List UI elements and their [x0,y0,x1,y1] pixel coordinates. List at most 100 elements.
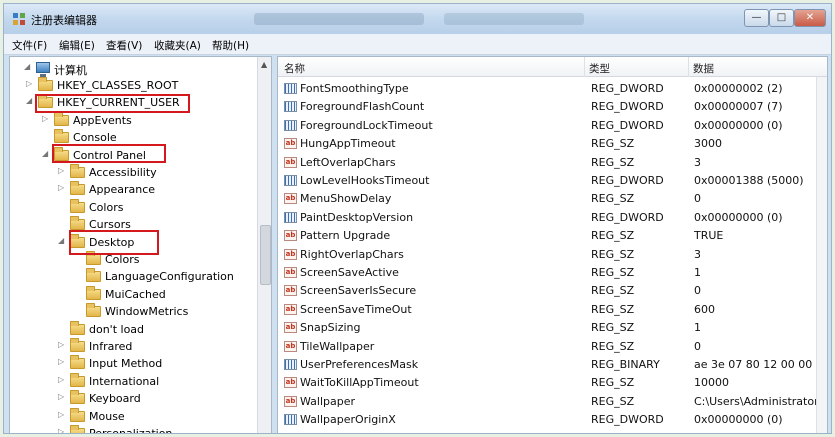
folder-icon [86,303,101,318]
folder-icon [70,338,85,352]
value-row[interactable]: ab ScreenSaveTimeOut REG_SZ 600 [278,301,827,319]
list-header: 名称 类型 数据 [278,57,827,77]
close-button[interactable]: ✕ [794,9,826,27]
value-data: 1 [694,266,701,279]
value-type: REG_SZ [591,376,635,390]
value-data: 0x00000000 (0) [694,432,783,433]
value-row[interactable]: WallpaperOriginX REG_DWORD 0x00000000 (0) [278,411,827,429]
minimize-button[interactable]: — [744,9,769,27]
column-divider[interactable] [584,57,585,77]
tree-item[interactable]: WindowMetrics [10,303,255,320]
tree-item[interactable]: ▷ Keyboard [10,390,255,407]
tree-item[interactable]: ▷ International [10,372,255,390]
folder-icon [70,320,85,335]
maximize-button[interactable]: □ [769,9,794,27]
value-row[interactable]: ab Pattern Upgrade REG_SZ TRUE [278,227,827,245]
value-row[interactable]: WallpaperOriginY REG_DWORD 0x00000000 (0) [278,430,827,433]
value-type: REG_SZ [591,247,635,261]
expand-arrow-icon[interactable]: ▷ [58,357,67,366]
expand-arrow-icon[interactable]: ▷ [58,340,67,349]
value-row[interactable]: ForegroundLockTimeout REG_DWORD 0x00000000… [278,117,827,135]
expand-arrow-icon[interactable]: ▷ [58,427,67,433]
value-name: UserPreferencesMask [300,358,419,371]
value-row[interactable]: PaintDesktopVersion REG_DWORD 0x00000000 (… [278,209,827,227]
value-row[interactable]: ab RightOverlapChars REG_SZ 3 [278,246,827,264]
tree-item[interactable]: ▷ Mouse [10,407,255,425]
expand-arrow-icon[interactable]: ◢ [24,62,33,71]
tree-item-label: LanguageConfiguration [105,270,234,284]
value-row[interactable]: ForegroundFlashCount REG_DWORD 0x00000007 … [278,98,827,116]
binary-value-icon [284,414,297,426]
tree-item[interactable]: ▷ Accessibility [10,164,255,181]
column-header-data[interactable]: 数据 [693,61,714,76]
expand-arrow-icon[interactable]: ▷ [58,166,67,175]
tree-root-computer[interactable]: ◢ 计算机 [10,60,250,77]
key-tree-pane[interactable]: ◢ 计算机 ▷ HKEY_CLASSES_ROOT ◢ HKEY_CURRENT_US… [9,56,272,433]
tree-scrollbar[interactable]: ▲ [257,57,271,433]
value-row[interactable]: FontSmoothingType REG_DWORD 0x00000002 (2) [278,80,827,98]
value-data: 0 [694,339,701,353]
value-row[interactable]: ab ScreenSaveActive REG_SZ 1 [278,264,827,282]
expand-arrow-icon[interactable]: ◢ [58,236,67,245]
column-divider[interactable] [688,57,689,77]
value-type: REG_SZ [591,302,635,316]
value-row[interactable]: ab Wallpaper REG_SZ C:\Users\Administrator\ [278,393,827,411]
menu-bar: 文件(F) 编辑(E) 查看(V) 收藏夹(A) 帮助(H) [4,34,831,55]
value-row[interactable]: ab WaitToKillAppTimeout REG_SZ 10000 [278,374,827,392]
tree-scroll-thumb[interactable] [260,225,271,285]
menu-help[interactable]: 帮助(H) [212,38,249,53]
value-row[interactable]: LowLevelHooksTimeout REG_DWORD 0x00001388 … [278,172,827,190]
scroll-up-arrow-icon[interactable]: ▲ [261,60,267,69]
tree-item[interactable]: ▷ HKEY_CLASSES_ROOT [10,77,255,94]
column-header-name[interactable]: 名称 [284,61,305,76]
tree-item[interactable]: ▷ Personalization [10,425,255,433]
value-row[interactable]: ab MenuShowDelay REG_SZ 0 [278,190,827,208]
value-data: TRUE [694,229,724,243]
values-list-pane[interactable]: 名称 类型 数据 FontSmoothingType REG_DWORD 0x000… [277,56,828,433]
menu-file[interactable]: 文件(F) [12,38,47,53]
value-type: REG_DWORD [591,118,664,132]
value-row[interactable]: UserPreferencesMask REG_BINARY ae 3e 07 80… [278,356,827,374]
tree-item[interactable]: ▷ Infrared [10,338,255,355]
value-type: REG_SZ [591,137,635,151]
list-scrollbar[interactable] [816,77,827,433]
expand-arrow-icon[interactable]: ▷ [26,79,35,88]
expand-arrow-icon[interactable]: ▷ [58,410,67,419]
tree-item-label: WindowMetrics [105,305,189,319]
highlight-control-panel-box [52,144,166,163]
expand-arrow-icon[interactable]: ▷ [58,375,67,384]
expand-arrow-icon[interactable]: ▷ [42,114,51,123]
expand-arrow-icon[interactable]: ◢ [26,96,35,105]
tree-item-label: 计算机 [54,64,87,77]
tree-item[interactable]: ▷ Appearance [10,181,255,198]
tree-item-label: Colors [89,200,124,214]
tree-item-label: Console [73,131,117,145]
tree-item[interactable]: ▷ Input Method [10,355,255,372]
value-data: 0x00000000 (0) [694,118,783,132]
blurred-toolbar-area [254,13,424,25]
menu-view[interactable]: 查看(V) [106,38,142,53]
value-row[interactable]: ab LeftOverlapChars REG_SZ 3 [278,154,827,172]
title-bar[interactable]: 注册表编辑器 — □ ✕ [4,4,831,34]
expand-arrow-icon[interactable]: ▷ [58,183,67,192]
menu-edit[interactable]: 编辑(E) [59,38,95,53]
value-row[interactable]: ab HungAppTimeout REG_SZ 3000 [278,135,827,153]
expand-arrow-icon[interactable]: ▷ [58,392,67,401]
value-type: REG_SZ [591,192,635,206]
highlight-desktop-box [69,230,159,255]
value-row[interactable]: ab ScreenSaverIsSecure REG_SZ 0 [278,282,827,300]
expand-arrow-icon[interactable]: ◢ [42,149,51,158]
value-type: REG_DWORD [591,82,664,95]
tree-item[interactable]: ▷ AppEvents [10,111,255,129]
tree-item[interactable]: Colors [10,198,255,216]
value-row[interactable]: ab TileWallpaper REG_SZ 0 [278,338,827,356]
computer-icon [36,62,50,77]
tree-item[interactable]: LanguageConfiguration [10,268,255,285]
tree-item[interactable]: MuiCached [10,285,255,303]
value-row[interactable]: ab SnapSizing REG_SZ 1 [278,319,827,337]
value-type: REG_SZ [591,394,635,408]
menu-favorites[interactable]: 收藏夹(A) [154,38,201,53]
column-header-type[interactable]: 类型 [589,61,610,76]
tree-item[interactable]: don't load [10,320,255,338]
string-value-icon: ab [284,303,297,315]
